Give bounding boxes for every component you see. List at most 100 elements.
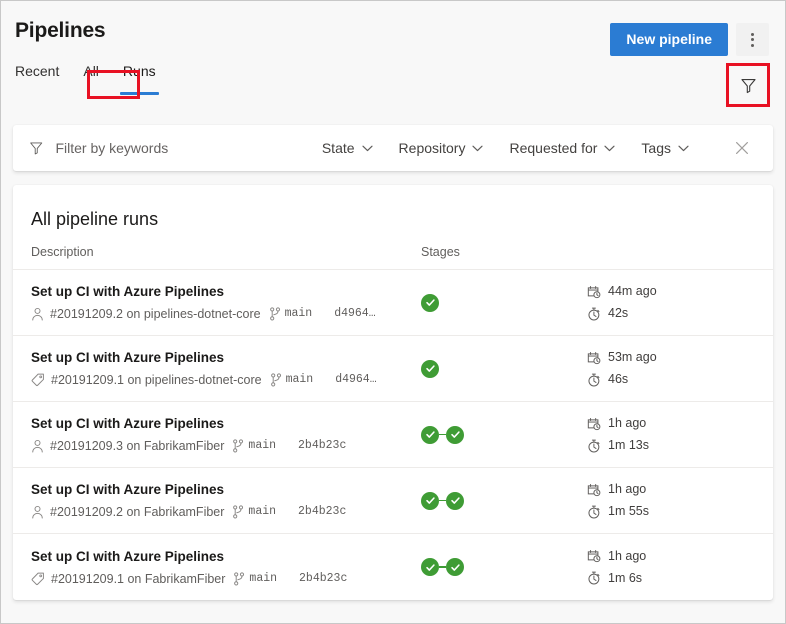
chevron-down-icon	[472, 145, 483, 152]
table-row[interactable]: Set up CI with Azure Pipelines #20191209.…	[13, 402, 773, 468]
commit-sha-label[interactable]: 2b4b23c	[298, 504, 346, 520]
calendar-clock-icon	[587, 549, 601, 563]
run-id-label: #20191209.2 on FabrikamFiber	[50, 504, 224, 520]
run-meta-line: #20191209.2 on FabrikamFiber main 2b4b23c	[31, 504, 421, 520]
run-time-ago-label: 53m ago	[608, 350, 657, 365]
stage-connector	[439, 566, 446, 568]
commit-sha-label[interactable]: d4964…	[335, 372, 376, 388]
run-time-ago: 1h ago	[587, 549, 773, 564]
commit-sha-label[interactable]: d4964…	[334, 306, 375, 322]
run-time-ago: 53m ago	[587, 350, 773, 365]
filter-toggle-button[interactable]	[733, 70, 763, 100]
funnel-filter-icon	[740, 77, 757, 94]
run-name-link[interactable]: Set up CI with Azure Pipelines	[31, 349, 421, 366]
filter-state-dropdown[interactable]: State	[322, 140, 373, 156]
tab-all[interactable]: All	[71, 59, 111, 85]
page-header: Pipelines Recent All Runs New pipeline	[1, 1, 785, 102]
filter-requested-for-dropdown[interactable]: Requested for	[509, 140, 615, 156]
run-time-ago-label: 1h ago	[608, 549, 646, 564]
run-time-ago-label: 44m ago	[608, 284, 657, 299]
commit-sha-label[interactable]: 2b4b23c	[299, 571, 347, 587]
filter-bar: State Repository Requested for Tags	[13, 125, 773, 171]
stage-status-succeeded-icon[interactable]	[421, 426, 439, 444]
stage-status-succeeded-icon[interactable]	[446, 492, 464, 510]
tab-runs[interactable]: Runs	[111, 59, 168, 85]
run-time-cell: 1h ago 1m 55s	[581, 482, 773, 519]
runs-section-title: All pipeline runs	[13, 185, 773, 231]
column-header-stages: Stages	[421, 245, 773, 259]
pipelines-runs-page: Pipelines Recent All Runs New pipeline	[0, 0, 786, 624]
branch-icon	[270, 373, 282, 387]
run-meta-line: #20191209.3 on FabrikamFiber main 2b4b23c	[31, 438, 421, 454]
branch-name-label[interactable]: main	[249, 571, 277, 587]
calendar-clock-icon	[587, 417, 601, 431]
keyword-filter-group	[29, 139, 322, 157]
run-stages-cell	[421, 492, 581, 510]
stage-status-succeeded-icon[interactable]	[446, 558, 464, 576]
stage-status-succeeded-icon[interactable]	[421, 360, 439, 378]
table-row[interactable]: Set up CI with Azure Pipelines #20191209.…	[13, 336, 773, 402]
run-description-cell: Set up CI with Azure Pipelines #20191209.…	[31, 548, 421, 587]
new-pipeline-button[interactable]: New pipeline	[610, 23, 728, 56]
branch-name-label[interactable]: main	[248, 504, 276, 520]
run-description-cell: Set up CI with Azure Pipelines #20191209.…	[31, 481, 421, 520]
run-time-cell: 44m ago 42s	[581, 284, 773, 321]
stage-status-succeeded-icon[interactable]	[421, 558, 439, 576]
filter-tags-dropdown[interactable]: Tags	[641, 140, 689, 156]
run-name-link[interactable]: Set up CI with Azure Pipelines	[31, 415, 421, 432]
person-icon	[31, 307, 44, 321]
runs-column-headers: Description Stages	[13, 231, 773, 270]
run-stages-cell	[421, 426, 581, 444]
run-name-link[interactable]: Set up CI with Azure Pipelines	[31, 548, 421, 565]
run-duration-label: 42s	[608, 306, 628, 321]
stage-connector	[439, 500, 446, 502]
run-stages-cell	[421, 558, 581, 576]
more-actions-button[interactable]	[736, 23, 769, 56]
branch-icon	[233, 572, 245, 586]
run-name-link[interactable]: Set up CI with Azure Pipelines	[31, 481, 421, 498]
clear-filters-button[interactable]	[729, 135, 755, 161]
branch-icon	[232, 439, 244, 453]
run-meta-line: #20191209.2 on pipelines-dotnet-core main…	[31, 306, 421, 322]
run-duration: 1m 55s	[587, 504, 773, 519]
run-duration: 1m 13s	[587, 438, 773, 453]
stopwatch-icon	[587, 307, 601, 321]
stage-status-succeeded-icon[interactable]	[421, 294, 439, 312]
run-meta-line: #20191209.1 on pipelines-dotnet-coremain…	[31, 372, 421, 388]
filter-repository-dropdown[interactable]: Repository	[399, 140, 484, 156]
run-description-cell: Set up CI with Azure Pipelines #20191209.…	[31, 283, 421, 322]
run-description-cell: Set up CI with Azure Pipelines #20191209.…	[31, 415, 421, 454]
stage-status-succeeded-icon[interactable]	[421, 492, 439, 510]
branch-name-label[interactable]: main	[248, 438, 276, 454]
chevron-down-icon	[362, 145, 373, 152]
run-name-link[interactable]: Set up CI with Azure Pipelines	[31, 283, 421, 300]
run-duration-label: 1m 13s	[608, 438, 649, 453]
run-time-ago-label: 1h ago	[608, 416, 646, 431]
run-duration: 46s	[587, 372, 773, 387]
run-time-ago-label: 1h ago	[608, 482, 646, 497]
close-icon	[735, 141, 749, 155]
branch-icon	[232, 505, 244, 519]
run-duration: 1m 6s	[587, 571, 773, 586]
search-input[interactable]	[53, 139, 321, 157]
run-id-label: #20191209.2 on pipelines-dotnet-core	[50, 306, 261, 322]
run-time-ago: 1h ago	[587, 482, 773, 497]
tab-recent[interactable]: Recent	[15, 59, 71, 85]
branch-name-label[interactable]: main	[286, 372, 314, 388]
stopwatch-icon	[587, 571, 601, 585]
filter-tags-label: Tags	[641, 140, 671, 156]
table-row[interactable]: Set up CI with Azure Pipelines #20191209.…	[13, 270, 773, 336]
run-meta-line: #20191209.1 on FabrikamFiber main 2b4b23c	[31, 571, 421, 587]
table-row[interactable]: Set up CI with Azure Pipelines #20191209.…	[13, 534, 773, 600]
commit-sha-label[interactable]: 2b4b23c	[298, 438, 346, 454]
stage-status-succeeded-icon[interactable]	[446, 426, 464, 444]
run-time-cell: 53m ago 46s	[581, 350, 773, 387]
branch-name-label[interactable]: main	[285, 306, 313, 322]
filter-dropdown-group: State Repository Requested for Tags	[322, 135, 761, 161]
table-row[interactable]: Set up CI with Azure Pipelines #20191209.…	[13, 468, 773, 534]
chevron-down-icon	[604, 145, 615, 152]
run-id-label: #20191209.3 on FabrikamFiber	[50, 438, 224, 454]
person-icon	[31, 439, 44, 453]
run-id-label: #20191209.1 on FabrikamFiber	[51, 571, 225, 587]
branch-icon	[269, 307, 281, 321]
